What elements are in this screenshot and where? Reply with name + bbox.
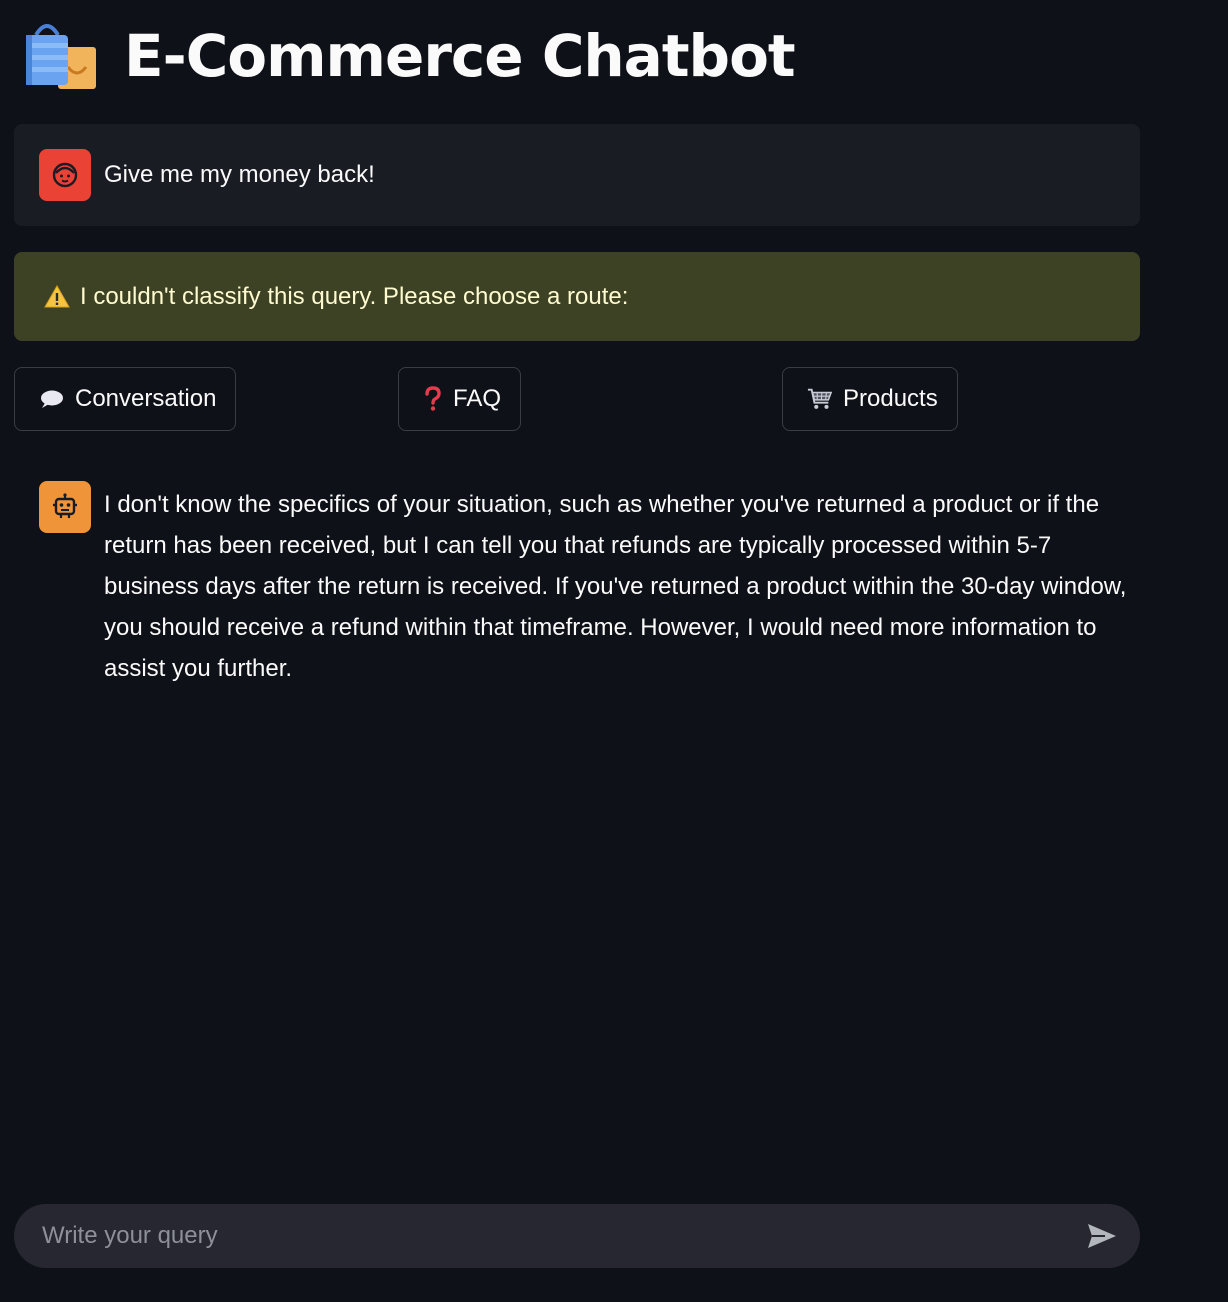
warning-text: I couldn't classify this query. Please c…	[80, 282, 629, 310]
robot-icon	[39, 481, 91, 533]
send-button[interactable]	[1082, 1216, 1122, 1256]
page-header: E-Commerce Chatbot	[22, 14, 796, 98]
shopping-bags-icon	[22, 17, 100, 95]
warning-icon	[44, 284, 70, 310]
question-mark-icon	[423, 386, 443, 412]
page-title: E-Commerce Chatbot	[124, 22, 796, 90]
send-icon	[1088, 1224, 1116, 1248]
faq-route-label: FAQ	[453, 385, 502, 412]
query-input[interactable]	[40, 1221, 1082, 1251]
chat-input-bar	[14, 1204, 1140, 1268]
user-message: Give me my money back!	[14, 124, 1140, 226]
bot-message-text: I don't know the specifics of your situa…	[104, 491, 1127, 682]
user-message-text: Give me my money back!	[104, 161, 375, 188]
products-route-button[interactable]: Products	[782, 367, 958, 431]
user-face-icon	[39, 149, 91, 201]
bot-message: I don't know the specifics of your situa…	[39, 481, 1139, 689]
warning-alert: I couldn't classify this query. Please c…	[14, 252, 1140, 341]
conversation-route-label: Conversation	[75, 385, 217, 412]
products-route-label: Products	[843, 385, 938, 412]
shopping-cart-icon	[807, 386, 833, 412]
app-page: E-Commerce Chatbot Give me my money back…	[0, 0, 1228, 1302]
faq-route-button[interactable]: FAQ	[398, 367, 521, 431]
speech-bubble-icon	[39, 386, 65, 412]
conversation-route-button[interactable]: Conversation	[14, 367, 236, 431]
